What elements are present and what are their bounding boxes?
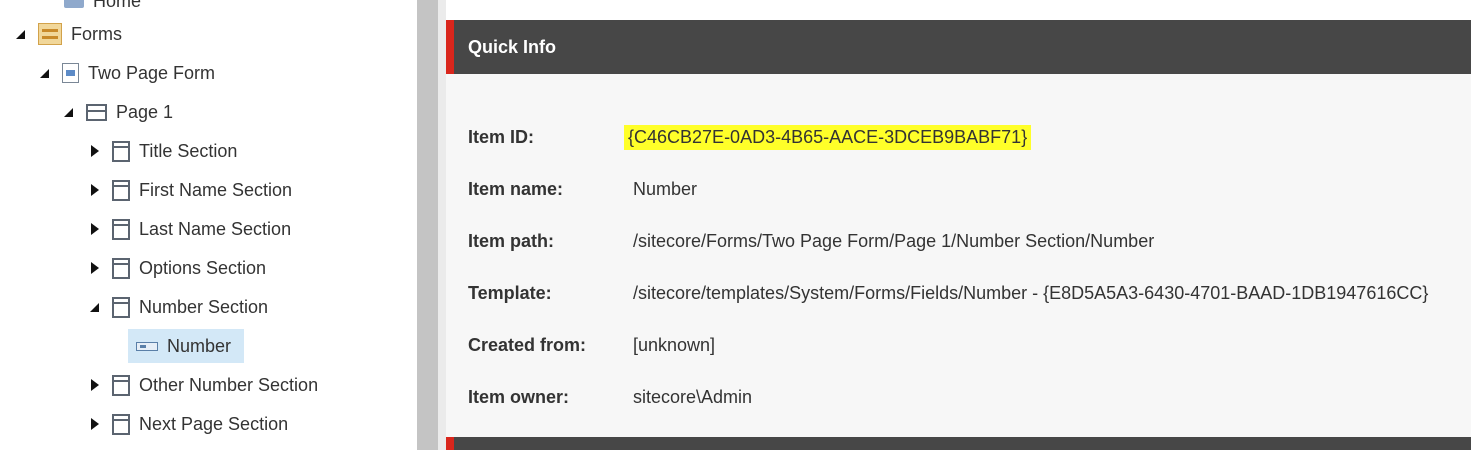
created-from-value[interactable]: [unknown] bbox=[633, 335, 715, 356]
tree-item-label: Next Page Section bbox=[139, 413, 289, 434]
section-icon bbox=[112, 257, 130, 279]
tree-item-label: Options Section bbox=[139, 257, 267, 278]
tree-item-label: Other Number Section bbox=[139, 374, 319, 395]
item-owner-value[interactable]: sitecore\Admin bbox=[633, 387, 752, 408]
quick-info-section-header[interactable]: Quick Info bbox=[446, 20, 1471, 74]
item-path-value[interactable]: /sitecore/Forms/Two Page Form/Page 1/Num… bbox=[633, 231, 1154, 252]
tree-item-label: Title Section bbox=[139, 140, 238, 161]
home-icon bbox=[64, 0, 84, 8]
tree-item-label: Number Section bbox=[139, 296, 269, 317]
item-path-label: Item path: bbox=[468, 231, 555, 251]
section-icon bbox=[112, 140, 130, 162]
page-icon bbox=[86, 103, 107, 121]
item-name-label: Item name: bbox=[468, 179, 564, 199]
expanded-arrow-icon[interactable] bbox=[38, 66, 52, 80]
item-id-label: Item ID: bbox=[468, 127, 535, 147]
section-title: Quick Info bbox=[468, 37, 557, 57]
tree-item-label: Last Name Section bbox=[139, 218, 292, 239]
tree-item-label: Home bbox=[93, 0, 142, 11]
tree-item-label: Forms bbox=[71, 23, 122, 44]
content-editor-panel: Quick Info Item ID: {C46CB27E-0AD3-4B65-… bbox=[446, 0, 1471, 450]
number-field-icon bbox=[136, 341, 158, 351]
tree-item-last-name-section[interactable]: Last Name Section bbox=[88, 214, 291, 244]
form-document-icon bbox=[62, 63, 79, 83]
collapsed-arrow-icon[interactable] bbox=[88, 144, 102, 158]
panel-top-area bbox=[446, 0, 1471, 20]
tree-item-label: Number bbox=[167, 335, 232, 356]
tree-item-title-section[interactable]: Title Section bbox=[88, 136, 237, 166]
item-id-value[interactable]: {C46CB27E-0AD3-4B65-AACE-3DCEB9BABF71} bbox=[624, 125, 1032, 150]
section-icon bbox=[112, 218, 130, 240]
tree-item-number[interactable]: Number bbox=[136, 331, 231, 361]
tree-item-home[interactable]: Home bbox=[64, 0, 141, 16]
tree-item-forms[interactable]: Forms bbox=[14, 19, 122, 49]
collapsed-arrow-icon[interactable] bbox=[88, 261, 102, 275]
tree-item-page-1[interactable]: Page 1 bbox=[62, 97, 173, 127]
next-section-header[interactable] bbox=[446, 437, 1471, 450]
section-icon bbox=[112, 413, 130, 435]
expanded-arrow-icon[interactable] bbox=[14, 27, 28, 41]
tree-item-label: Two Page Form bbox=[88, 62, 216, 83]
tree-item-two-page-form[interactable]: Two Page Form bbox=[38, 58, 215, 88]
section-icon bbox=[112, 296, 130, 318]
collapsed-arrow-icon[interactable] bbox=[88, 183, 102, 197]
tree-item-options-section[interactable]: Options Section bbox=[88, 253, 266, 283]
content-tree: Home Forms Two Page Form Page 1 Title Se… bbox=[0, 0, 417, 450]
created-from-label: Created from: bbox=[468, 335, 587, 355]
tree-item-first-name-section[interactable]: First Name Section bbox=[88, 175, 292, 205]
section-accent-bar bbox=[446, 20, 454, 74]
item-name-value[interactable]: Number bbox=[633, 179, 697, 200]
collapsed-arrow-icon[interactable] bbox=[88, 222, 102, 236]
template-value[interactable]: /sitecore/templates/System/Forms/Fields/… bbox=[633, 283, 1428, 304]
expanded-arrow-icon[interactable] bbox=[88, 300, 102, 314]
collapsed-arrow-icon[interactable] bbox=[88, 417, 102, 431]
tree-item-label: Page 1 bbox=[116, 101, 174, 122]
pane-splitter[interactable] bbox=[417, 0, 438, 450]
item-owner-label: Item owner: bbox=[468, 387, 570, 407]
tree-item-number-section[interactable]: Number Section bbox=[88, 292, 268, 322]
tree-item-next-page-section[interactable]: Next Page Section bbox=[88, 409, 288, 439]
collapsed-arrow-icon[interactable] bbox=[88, 378, 102, 392]
expanded-arrow-icon[interactable] bbox=[62, 105, 76, 119]
section-icon bbox=[112, 179, 130, 201]
section-icon bbox=[112, 374, 130, 396]
template-label: Template: bbox=[468, 283, 552, 303]
forms-folder-icon bbox=[38, 23, 62, 45]
tree-item-label: First Name Section bbox=[139, 179, 293, 200]
section-accent-bar bbox=[446, 437, 454, 450]
tree-item-other-number-section[interactable]: Other Number Section bbox=[88, 370, 318, 400]
pane-gutter bbox=[438, 0, 446, 450]
